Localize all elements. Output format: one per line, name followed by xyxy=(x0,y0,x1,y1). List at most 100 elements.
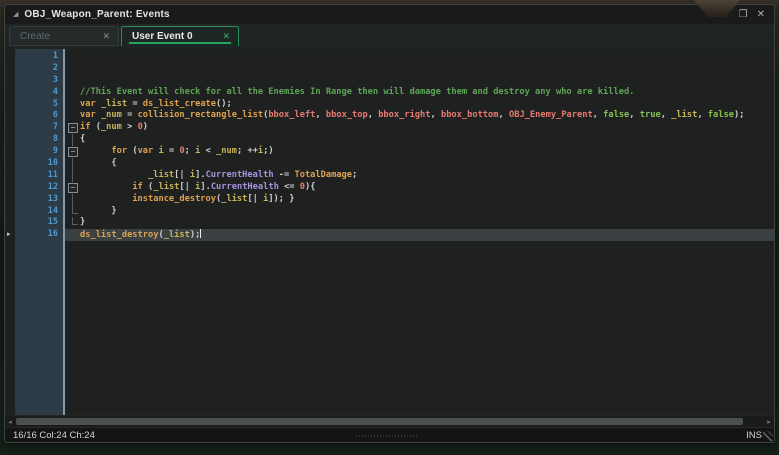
tab-close-icon[interactable]: ✕ xyxy=(102,31,110,42)
close-button[interactable]: ✕ xyxy=(757,10,765,20)
line-number[interactable]: 14 xyxy=(15,206,63,218)
code-text[interactable]: ds_list_destroy(_list); xyxy=(80,229,774,241)
line-number[interactable]: 8 xyxy=(15,134,63,146)
code-text[interactable] xyxy=(80,75,774,87)
code-text[interactable]: } xyxy=(80,217,774,229)
line-number[interactable]: 3 xyxy=(15,75,63,87)
code-line[interactable]: 12− if (_list[| i].CurrentHealth <= 0){ xyxy=(5,182,774,194)
code-token: , xyxy=(661,110,671,120)
maximize-button[interactable]: ❐ xyxy=(739,10,748,20)
code-token: ;) xyxy=(263,146,273,156)
code-line[interactable]: 11 _list[| i].CurrentHealth -= TotalDama… xyxy=(5,170,774,182)
fold-column[interactable]: − xyxy=(65,122,80,134)
scroll-left-arrow-icon[interactable]: ◂ xyxy=(5,416,15,427)
code-line[interactable]: 6 var _num = collision_rectangle_list(bbo… xyxy=(5,110,774,122)
code-line[interactable]: 1 xyxy=(5,51,774,63)
code-token: (); xyxy=(216,99,232,109)
scroll-right-arrow-icon[interactable]: ▸ xyxy=(764,416,774,427)
code-line[interactable]: 15} xyxy=(5,217,774,229)
line-margin[interactable] xyxy=(5,87,15,99)
line-margin[interactable] xyxy=(5,182,15,194)
line-number[interactable]: 12 xyxy=(15,182,63,194)
code-lines[interactable]: 1234//This Event will check for all the … xyxy=(5,49,774,241)
code-line[interactable]: 8{ xyxy=(5,134,774,146)
line-margin[interactable] xyxy=(5,158,15,170)
code-editor[interactable]: 1234//This Event will check for all the … xyxy=(5,49,774,415)
code-token: TotalDamage xyxy=(294,170,352,180)
line-margin[interactable] xyxy=(5,75,15,87)
fold-column xyxy=(65,217,80,229)
code-text[interactable]: var _list = ds_list_create(); xyxy=(80,99,774,111)
line-number[interactable]: 13 xyxy=(15,194,63,206)
line-margin[interactable] xyxy=(5,146,15,158)
code-text[interactable]: if (_list[| i].CurrentHealth <= 0){ xyxy=(80,182,774,194)
code-line[interactable]: 9− for (var i = 0; i < _num; ++i;) xyxy=(5,146,774,158)
tab-close-icon[interactable]: ✕ xyxy=(222,31,230,42)
drag-dots-handle[interactable] xyxy=(355,435,419,437)
line-margin[interactable] xyxy=(5,51,15,63)
code-line[interactable]: 7−if (_num > 0) xyxy=(5,122,774,134)
code-line[interactable]: 10 { xyxy=(5,158,774,170)
code-line[interactable]: 5 var _list = ds_list_create(); xyxy=(5,99,774,111)
fold-collapse-icon[interactable]: − xyxy=(68,183,78,193)
line-margin[interactable] xyxy=(5,206,15,218)
line-margin[interactable] xyxy=(5,217,15,229)
line-margin[interactable]: ▸ xyxy=(5,229,15,241)
line-margin[interactable] xyxy=(5,194,15,206)
fold-column[interactable]: − xyxy=(65,146,80,158)
scrollbar-thumb[interactable] xyxy=(16,418,743,425)
code-token: , xyxy=(499,110,509,120)
code-text[interactable]: for (var i = 0; i < _num; ++i;) xyxy=(80,146,774,158)
line-margin[interactable] xyxy=(5,170,15,182)
code-text[interactable]: var _num = collision_rectangle_list(bbox… xyxy=(80,110,774,122)
code-line[interactable]: 14 } xyxy=(5,206,774,218)
resize-grip[interactable] xyxy=(763,431,773,441)
fold-column xyxy=(65,51,80,63)
line-margin[interactable] xyxy=(5,99,15,111)
code-line[interactable]: 13 instance_destroy(_list[| i]); } xyxy=(5,194,774,206)
code-text[interactable] xyxy=(80,63,774,75)
line-number[interactable]: 10 xyxy=(15,158,63,170)
code-line[interactable]: 2 xyxy=(5,63,774,75)
code-token: , xyxy=(697,110,707,120)
title-bar[interactable]: ◢ OBJ_Weapon_Parent: Events ❐ ✕ xyxy=(5,5,774,25)
code-line[interactable]: 3 xyxy=(5,75,774,87)
code-text[interactable]: { xyxy=(80,134,774,146)
line-margin[interactable] xyxy=(5,134,15,146)
code-token: ( xyxy=(127,146,137,156)
line-number[interactable]: 6 xyxy=(15,110,63,122)
horizontal-scrollbar[interactable]: ◂ ▸ xyxy=(5,415,774,427)
code-text[interactable]: { xyxy=(80,158,774,170)
code-text[interactable] xyxy=(80,51,774,63)
line-number[interactable]: 16 xyxy=(15,229,63,241)
line-number[interactable]: 1 xyxy=(15,51,63,63)
fold-collapse-icon[interactable]: − xyxy=(68,147,78,157)
code-line[interactable]: ▸16 ds_list_destroy(_list); xyxy=(5,229,774,241)
tab-user-event-0[interactable]: User Event 0 ✕ xyxy=(121,26,239,46)
code-token: ); xyxy=(734,110,744,120)
collapse-icon[interactable]: ◢ xyxy=(13,11,18,18)
line-margin[interactable] xyxy=(5,110,15,122)
line-number[interactable]: 4 xyxy=(15,87,63,99)
fold-column xyxy=(65,63,80,75)
tab-create[interactable]: Create ✕ xyxy=(9,26,119,46)
line-number[interactable]: 11 xyxy=(15,170,63,182)
line-margin[interactable] xyxy=(5,63,15,75)
code-token: <= xyxy=(279,182,300,192)
code-text[interactable]: //This Event will check for all the Enem… xyxy=(80,87,774,99)
line-margin[interactable] xyxy=(5,122,15,134)
line-number[interactable]: 5 xyxy=(15,99,63,111)
line-number[interactable]: 7 xyxy=(15,122,63,134)
code-token: ]); } xyxy=(268,194,294,204)
line-number[interactable]: 2 xyxy=(15,63,63,75)
line-number[interactable]: 9 xyxy=(15,146,63,158)
fold-column[interactable]: − xyxy=(65,182,80,194)
code-text[interactable]: if (_num > 0) xyxy=(80,122,774,134)
code-line[interactable]: 4 //This Event will check for all the Ene… xyxy=(5,87,774,99)
code-text[interactable]: } xyxy=(80,206,774,218)
code-text[interactable]: _list[| i].CurrentHealth -= TotalDamage; xyxy=(80,170,774,182)
code-text[interactable]: instance_destroy(_list[| i]); } xyxy=(80,194,774,206)
code-token: ( xyxy=(143,182,153,192)
fold-collapse-icon[interactable]: − xyxy=(68,123,78,133)
line-number[interactable]: 15 xyxy=(15,217,63,229)
